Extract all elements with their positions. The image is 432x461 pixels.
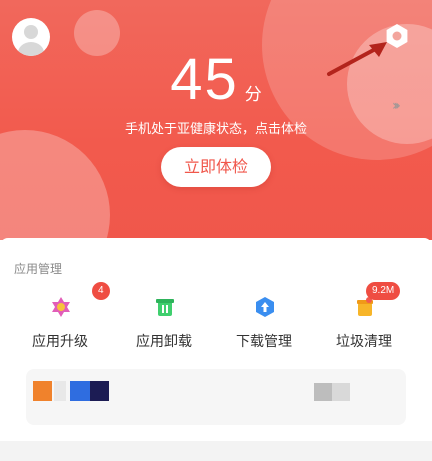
tool-label: 垃圾清理	[336, 334, 392, 350]
tool-junk-clean[interactable]: 9.2M 垃圾清理	[310, 282, 418, 352]
bottom-divider	[0, 441, 432, 461]
tool-download-manager[interactable]: 下载管理	[210, 292, 318, 352]
health-score: 45 分	[0, 46, 432, 113]
upgrade-icon	[52, 297, 70, 317]
decorative-bubble	[0, 130, 110, 240]
score-unit: 分	[244, 85, 262, 104]
banner-thumbnail	[70, 381, 90, 401]
banner-thumbnail	[314, 383, 332, 401]
tool-label: 下载管理	[236, 334, 292, 350]
check-now-button[interactable]: 立即体检	[161, 147, 271, 187]
tool-label: 应用升级	[32, 334, 88, 350]
banner-thumbnail	[90, 381, 109, 401]
tool-app-uninstall[interactable]: 应用卸载	[110, 292, 218, 352]
promo-banner[interactable]	[26, 369, 406, 425]
upgrade-count-badge: 4	[92, 282, 110, 300]
banner-thumbnail	[332, 383, 350, 401]
banner-thumbnail	[54, 381, 66, 401]
download-icon	[256, 297, 274, 317]
junk-size-badge: 9.2M	[366, 282, 401, 300]
health-status-text[interactable]: 手机处于亚健康状态，点击体检	[0, 118, 432, 137]
tool-label: 应用卸载	[136, 334, 192, 350]
section-title: 应用管理	[14, 262, 63, 276]
score-value: 45	[170, 47, 239, 112]
app-management-panel: 应用管理 4 应用升级 应用卸载 下载管理 9.2M 垃圾清理	[0, 238, 432, 461]
avatar-head-icon	[24, 25, 38, 39]
banner-thumbnail	[33, 381, 52, 401]
tool-app-upgrade[interactable]: 4 应用升级	[6, 282, 114, 352]
health-check-header: ››› 45 分 手机处于亚健康状态，点击体检 立即体检	[0, 0, 432, 240]
uninstall-icon	[156, 299, 174, 316]
